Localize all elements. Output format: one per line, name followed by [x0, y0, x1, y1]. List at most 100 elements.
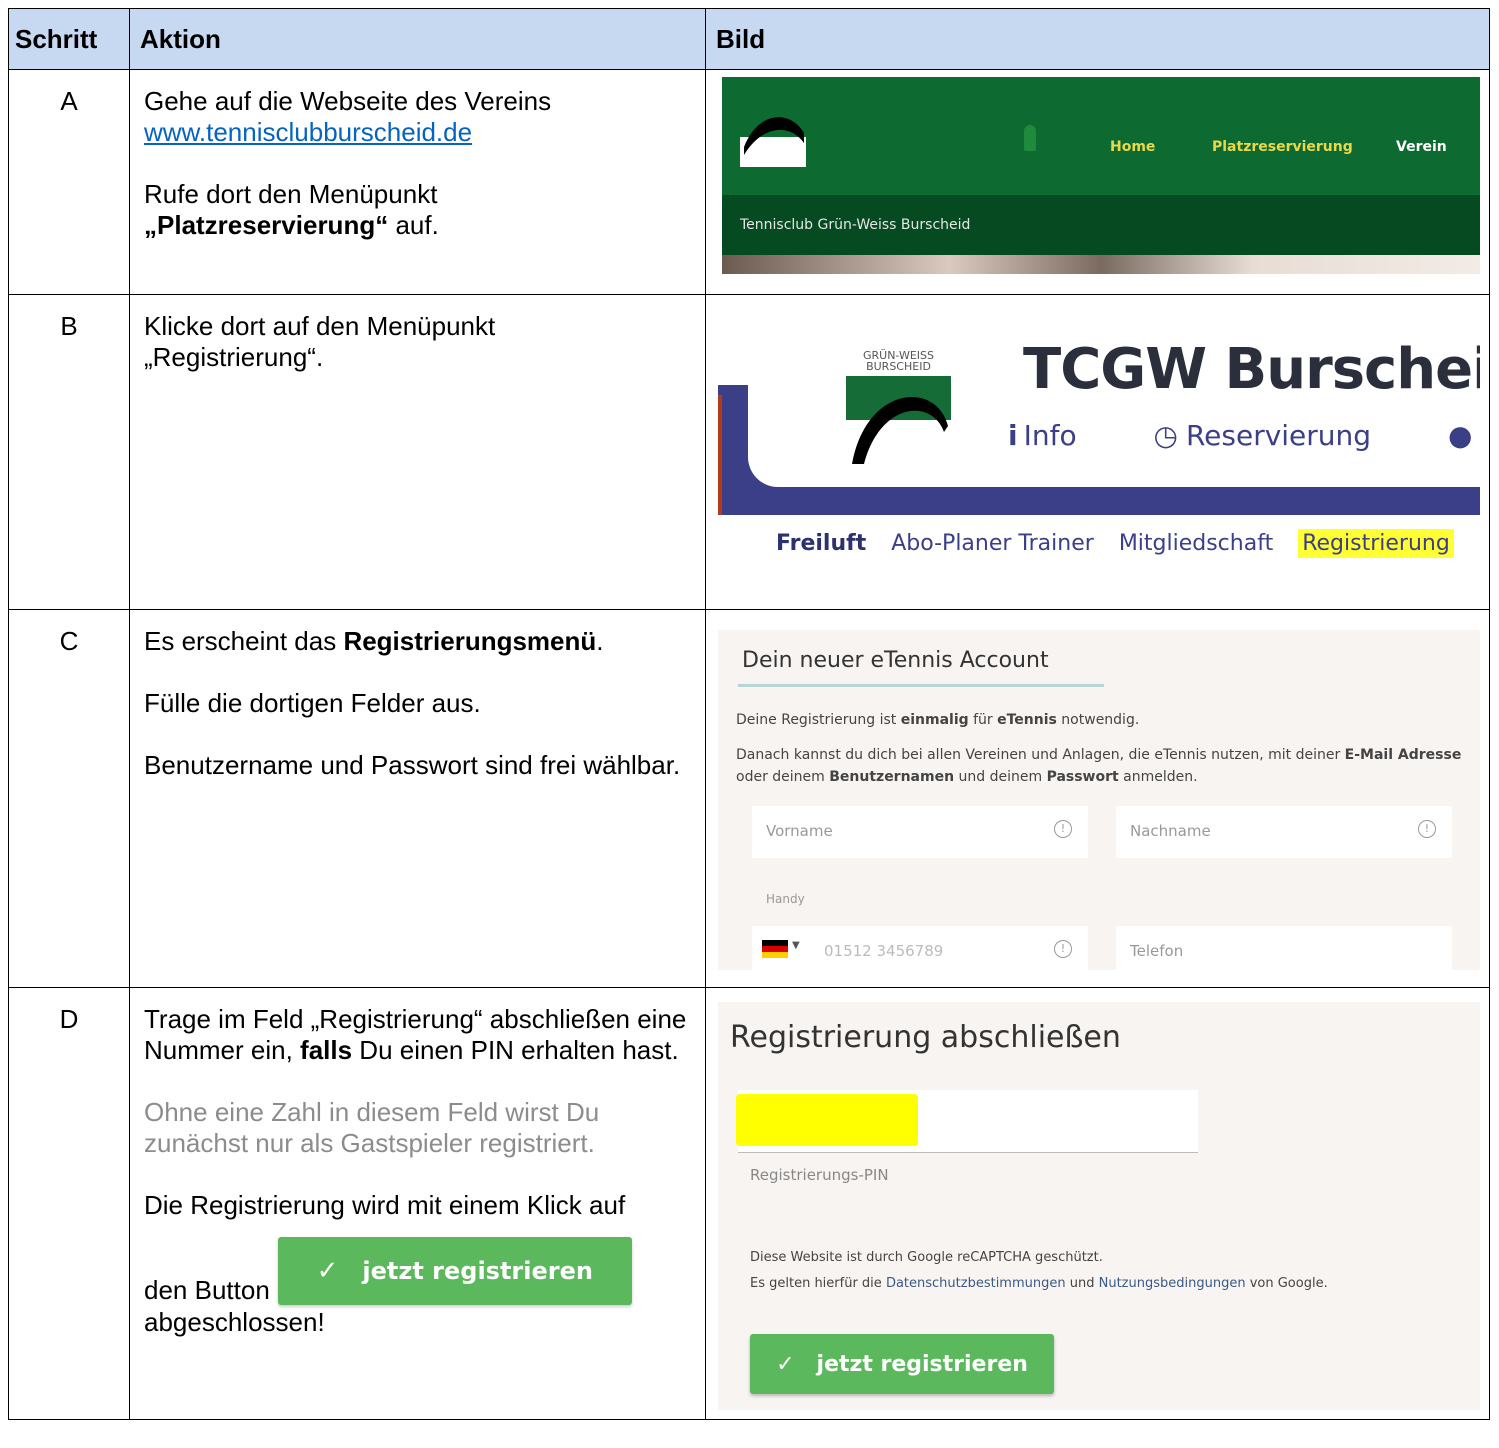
booking-site-screenshot: GRÜN-WEISS BURSCHEID TCGW Burscheid i Inf…	[718, 315, 1480, 573]
menu-name: Registrierungsmenü	[343, 626, 597, 656]
header-photo	[722, 255, 1480, 274]
pin-label: Registrierungs-PIN	[750, 1166, 889, 1184]
nav-home[interactable]: Home	[1110, 139, 1155, 155]
flag-de-icon	[762, 940, 788, 958]
sub-menu: Freiluft Abo-Planer Trainer Mitgliedscha…	[718, 515, 1480, 573]
action-text: den Button	[144, 1275, 270, 1305]
intro-part: Danach kannst du dich bei allen Vereinen…	[736, 747, 1345, 763]
register-button-label: jetzt registrieren	[816, 1351, 1028, 1377]
info-icon: !	[1054, 820, 1072, 838]
tab-more-label: Fe	[1478, 419, 1480, 452]
club-website-screenshot: Home Platzreservierung Verein Tennisclub…	[722, 77, 1480, 274]
form-intro-2: Danach kannst du dich bei allen Vereinen…	[736, 744, 1476, 788]
intro-bold: Passwort	[1046, 769, 1119, 785]
check-icon: ✓	[776, 1351, 795, 1377]
terms-part: Es gelten hierfür die	[750, 1276, 886, 1291]
register-button-image: ✓ jetzt registrieren	[277, 1237, 632, 1305]
telefon-field[interactable]: Telefon	[1116, 926, 1452, 970]
handy-placeholder: 01512 3456789	[824, 942, 944, 960]
clock-icon: ◷	[1153, 419, 1178, 452]
logo-text: BURSCHEID	[866, 360, 931, 373]
terms-part: von Google.	[1245, 1276, 1328, 1291]
register-button-label: jetzt registrieren	[362, 1256, 593, 1285]
intro-part: für	[968, 712, 998, 728]
top-tabs: iInfo ◷Reservierung ●Fe	[1008, 419, 1480, 452]
website-link[interactable]: www.tennisclubburscheid.de	[144, 117, 472, 147]
title-underline	[738, 684, 1104, 687]
action-text: Die Registrierung wird mit einem Klick a…	[144, 1190, 626, 1220]
intro-bold: E-Mail Adresse	[1344, 747, 1462, 763]
vorname-placeholder: Vorname	[766, 822, 833, 840]
action-cell: Trage im Feld „Registrierung“ abschließe…	[129, 987, 706, 1420]
club-logo	[740, 103, 806, 167]
subtitle-bar: Tennisclub Grün-Weiss Burscheid	[722, 195, 1480, 255]
tree-icon	[1024, 125, 1036, 151]
nav-verein[interactable]: Verein	[1396, 139, 1447, 155]
action-cell: Klicke dort auf den Menüpunkt „Registrie…	[129, 294, 706, 610]
table-row: B Klicke dort auf den Menüpunkt „Registr…	[8, 294, 1490, 610]
action-text: „Registrierung“.	[144, 342, 324, 372]
handy-field[interactable]: ▼ 01512 3456789 !	[752, 926, 1088, 970]
intro-part: notwendig.	[1056, 712, 1140, 728]
handy-label: Handy	[766, 892, 805, 906]
screenshot-cell: Home Platzreservierung Verein Tennisclub…	[705, 69, 1490, 295]
form-intro: Deine Registrierung ist einmalig für eTe…	[736, 712, 1139, 728]
header-schritt: Schritt	[8, 8, 130, 70]
action-cell: Gehe auf die Webseite des Vereins www.te…	[129, 69, 706, 295]
header-row: Schritt Aktion Bild	[8, 8, 1490, 70]
nav-platzreservierung[interactable]: Platzreservierung	[1212, 139, 1353, 155]
info-icon: i	[1008, 419, 1018, 452]
nachname-field[interactable]: Nachname!	[1116, 806, 1452, 858]
action-cell: Es erscheint das Registrierungsmenü. Fül…	[129, 609, 706, 988]
vorname-field[interactable]: Vorname!	[752, 806, 1088, 858]
site-subtitle: Tennisclub Grün-Weiss Burscheid	[740, 217, 971, 233]
action-text-part: Du einen PIN erhalten hast.	[352, 1035, 679, 1065]
terms-note: Es gelten hierfür die Datenschutzbestimm…	[750, 1276, 1328, 1291]
intro-bold: eTennis	[997, 712, 1057, 728]
action-text: Fülle die dortigen Felder aus.	[144, 688, 481, 718]
info-icon: !	[1054, 940, 1072, 958]
table-row: C Es erscheint das Registrierungsmenü. F…	[8, 609, 1490, 988]
menu-item-freiluft[interactable]: Freiluft	[776, 531, 866, 556]
tab-info-label: Info	[1023, 419, 1077, 452]
menu-item-registrierung[interactable]: Registrierung	[1298, 529, 1454, 558]
intro-part: Deine Registrierung ist	[736, 712, 901, 728]
terms-link[interactable]: Nutzungsbedingungen	[1099, 1276, 1246, 1291]
tab-reservierung[interactable]: ◷ Reservierung	[1154, 419, 1406, 452]
screenshot-cell: GRÜN-WEISS BURSCHEID TCGW Burscheid i Inf…	[705, 294, 1490, 610]
intro-part: oder deinem	[736, 769, 830, 785]
menu-item-mitgliedschaft[interactable]: Mitgliedschaft	[1119, 531, 1273, 556]
intro-part: und deinem	[954, 769, 1047, 785]
registration-form-screenshot: Dein neuer eTennis Account Deine Registr…	[718, 630, 1480, 970]
nachname-placeholder: Nachname	[1130, 822, 1211, 840]
action-text-end: auf.	[388, 210, 439, 240]
site-title: TCGW Burscheid	[1023, 337, 1480, 402]
action-text: Trage im Feld „Registrierung“ abschließe…	[144, 1004, 695, 1066]
action-text: „Platzreservierung“ auf.	[144, 210, 695, 241]
step-label: B	[8, 294, 130, 610]
header-aktion: Aktion	[129, 8, 706, 70]
action-text: Rufe dort den Menüpunkt	[144, 179, 438, 209]
menu-item-abo-planer[interactable]: Abo-Planer Trainer	[891, 531, 1094, 556]
step-label: C	[8, 609, 130, 988]
screenshot-cell: Registrierung abschließen Registrierungs…	[705, 987, 1490, 1420]
tab-info[interactable]: i Info	[1008, 419, 1111, 452]
intro-bold: einmalig	[900, 712, 969, 728]
section-title: Registrierung abschließen	[730, 1020, 1121, 1055]
register-button[interactable]: ✓ jetzt registrieren	[750, 1334, 1054, 1394]
action-text-bold: falls	[300, 1035, 353, 1065]
action-text: Benutzername und Passwort sind frei wähl…	[144, 750, 681, 780]
hint-text: Ohne eine Zahl in diesem Feld wirst Du z…	[144, 1097, 600, 1158]
complete-registration-screenshot: Registrierung abschließen Registrierungs…	[718, 1002, 1480, 1410]
form-title: Dein neuer eTennis Account	[742, 648, 1049, 673]
menu-name: „Platzreservierung“	[144, 210, 389, 240]
club-logo: GRÜN-WEISS BURSCHEID	[846, 350, 951, 470]
redaction-highlight	[736, 1094, 918, 1146]
tab-more[interactable]: ●Fe	[1448, 419, 1480, 452]
action-text: Es erscheint das Registrierungsmenü.	[144, 626, 695, 657]
screenshot-cell: Dein neuer eTennis Account Deine Registr…	[705, 609, 1490, 988]
privacy-link[interactable]: Datenschutzbestimmungen	[886, 1276, 1066, 1291]
telefon-placeholder: Telefon	[1130, 942, 1184, 960]
step-label: D	[8, 987, 130, 1420]
table-row: A Gehe auf die Webseite des Vereins www.…	[8, 69, 1490, 295]
